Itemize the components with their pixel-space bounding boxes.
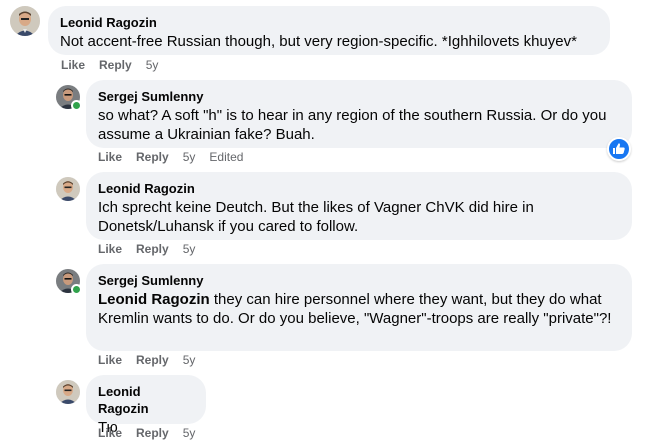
- comment-author[interactable]: Leonid Ragozin: [60, 14, 598, 31]
- comment-text: so what? A soft "h" is to hear in any re…: [98, 107, 607, 143]
- comment-text: Ich sprecht keine Deutch. But the likes …: [98, 199, 534, 235]
- like-thumb-icon[interactable]: [607, 137, 631, 161]
- comment-bubble: Sergej Sumlenny Leonid Ragozin they can …: [86, 264, 632, 351]
- mention-link[interactable]: Leonid Ragozin: [98, 291, 210, 308]
- comment-timestamp[interactable]: 5y: [183, 353, 196, 367]
- comment-bubble: Leonid Ragozin Ich sprecht keine Deutch.…: [86, 172, 632, 240]
- avatar-leonid-icon[interactable]: [10, 6, 40, 36]
- reply-button[interactable]: Reply: [136, 150, 169, 164]
- comment-author[interactable]: Sergej Sumlenny: [98, 272, 620, 289]
- like-button[interactable]: Like: [98, 426, 122, 440]
- comment-timestamp[interactable]: 5y: [183, 242, 196, 256]
- comment-actions: Like Reply 5y: [98, 241, 209, 257]
- comment-actions: Like Reply 5y Edited: [98, 149, 243, 165]
- reply-button[interactable]: Reply: [136, 426, 169, 440]
- like-button[interactable]: Like: [61, 58, 85, 72]
- comment-author[interactable]: Leonid Ragozin: [98, 180, 620, 197]
- comment-timestamp[interactable]: 5y: [183, 426, 196, 440]
- avatar-leonid-icon[interactable]: [56, 380, 80, 404]
- comment-bubble: Leonid Ragozin Not accent-free Russian t…: [48, 6, 610, 55]
- reply-button[interactable]: Reply: [136, 242, 169, 256]
- online-status-icon: [71, 100, 82, 111]
- comment-actions: Like Reply 5y: [61, 57, 172, 73]
- comment-text: Leonid Ragozin they can hire personnel w…: [98, 290, 620, 328]
- comment-text: Not accent-free Russian though, but very…: [60, 33, 577, 50]
- reply-button[interactable]: Reply: [99, 58, 132, 72]
- avatar-leonid-icon[interactable]: [56, 177, 80, 201]
- like-button[interactable]: Like: [98, 242, 122, 256]
- like-button[interactable]: Like: [98, 353, 122, 367]
- comment-author[interactable]: Sergej Sumlenny: [98, 88, 620, 105]
- comment-bubble: Sergej Sumlenny so what? A soft "h" is t…: [86, 80, 632, 148]
- comment-actions: Like Reply 5y: [98, 352, 209, 368]
- online-status-icon: [71, 284, 82, 295]
- comment-bubble: Leonid Ragozin Тю: [86, 375, 206, 436]
- comment-author[interactable]: Leonid Ragozin: [98, 383, 194, 417]
- comment-timestamp[interactable]: 5y: [146, 58, 159, 72]
- comment-timestamp[interactable]: 5y: [183, 150, 196, 164]
- reply-button[interactable]: Reply: [136, 353, 169, 367]
- edited-label[interactable]: Edited: [209, 150, 243, 164]
- comment-actions: Like Reply 5y: [98, 425, 209, 441]
- like-button[interactable]: Like: [98, 150, 122, 164]
